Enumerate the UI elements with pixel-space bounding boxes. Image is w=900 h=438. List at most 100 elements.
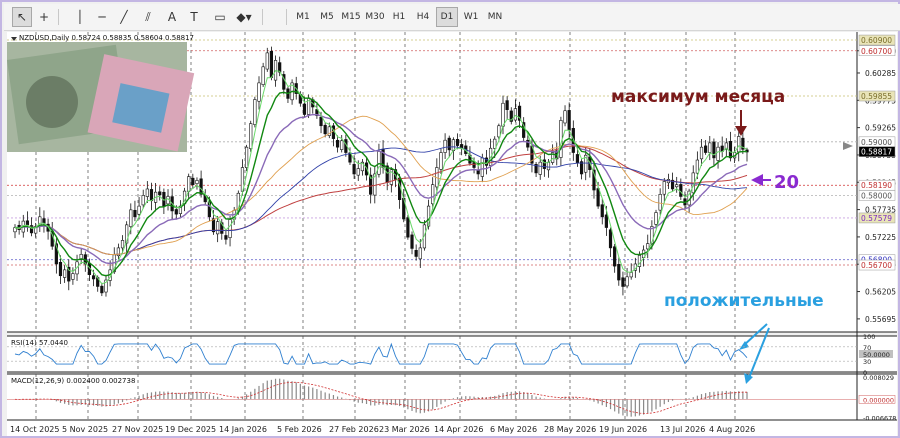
rsi-label: RSI(14) 57.0440: [11, 339, 68, 347]
annotation-20: 20: [774, 172, 799, 193]
candle: [335, 139, 340, 148]
candle: [137, 205, 141, 215]
candle: [323, 124, 327, 135]
toolbar-separator: [262, 9, 263, 25]
x-tick-label: 4 Aug 2026: [709, 425, 755, 434]
candle: [377, 151, 381, 175]
price-box-label: 0.56700: [861, 261, 892, 270]
timeframe-m1[interactable]: M1: [292, 7, 314, 27]
price-box-label: 0.59000: [861, 138, 892, 147]
candle: [352, 164, 356, 175]
candle: [451, 139, 455, 151]
candle: [211, 218, 216, 233]
x-tick-label: 14 Jan 2026: [219, 425, 267, 434]
rectangle-icon[interactable]: ▭: [210, 7, 230, 27]
candle: [737, 136, 741, 153]
candle: [195, 180, 199, 184]
banknotes-image: [7, 42, 195, 152]
price-box-label: 0.57579: [861, 214, 892, 223]
x-tick-label: 5 Nov 2025: [62, 425, 108, 434]
candle: [501, 102, 505, 127]
candle: [244, 146, 249, 168]
x-tick-label: 14 Oct 2025: [10, 425, 59, 434]
candle: [608, 229, 613, 249]
candle: [538, 161, 542, 175]
candle: [712, 141, 716, 159]
candle: [302, 103, 307, 115]
shapes-dropdown-icon[interactable]: ◆▾: [234, 7, 254, 27]
candle: [269, 50, 274, 78]
candle: [174, 209, 178, 215]
candle: [654, 212, 658, 225]
candle: [71, 273, 75, 280]
x-tick-label: 27 Feb 2026: [329, 425, 379, 434]
price-box-label: 0.58190: [861, 181, 892, 190]
candle: [410, 234, 414, 249]
candle: [414, 250, 418, 257]
candle: [695, 159, 699, 174]
candle: [472, 162, 476, 168]
candle: [406, 217, 410, 238]
x-tick-label: 13 Jul 2026: [660, 425, 705, 434]
toolbar-separator: [58, 9, 59, 25]
candle: [546, 161, 551, 171]
y-tick-label: 0.55695: [865, 315, 896, 324]
price-chart[interactable]: 14 Oct 2025 5 Nov 2025 27 Nov 2025 19 Dec 2…: [7, 32, 897, 436]
candle: [129, 209, 133, 227]
timeframe-m15[interactable]: M15: [340, 7, 362, 27]
candle: [513, 108, 518, 121]
x-tick-label: 14 Apr 2026: [434, 425, 483, 434]
crosshair-icon[interactable]: +: [34, 7, 54, 27]
rsi-tick-label: 100: [863, 333, 875, 341]
x-tick-label: 6 May 2026: [490, 425, 537, 434]
candle: [505, 100, 509, 110]
annotation-month-max: максимум месяца: [611, 87, 785, 107]
timeframe-mn[interactable]: MN: [484, 7, 506, 27]
candle: [563, 110, 567, 124]
timeframe-d1[interactable]: D1: [436, 7, 458, 27]
macd-tick-label: 0.000000: [863, 396, 894, 404]
timeframe-m5[interactable]: M5: [316, 7, 338, 27]
timeframe-h4[interactable]: H4: [412, 7, 434, 27]
candle: [480, 157, 484, 177]
candle: [497, 125, 501, 138]
rsi-tick-label: 30: [863, 358, 871, 366]
macd-tick-label: -0.006678: [863, 415, 896, 423]
candle: [253, 99, 257, 125]
timeframe-w1[interactable]: W1: [460, 7, 482, 27]
candle: [699, 146, 704, 160]
macd-tick-label: 0.008029: [863, 374, 894, 382]
candle: [455, 138, 460, 146]
portrait-shape: [26, 76, 78, 128]
channel-icon[interactable]: ⫽: [138, 7, 158, 27]
candle: [145, 188, 149, 197]
toolbar-separator: [286, 9, 287, 25]
candle: [567, 110, 571, 131]
y-tick-label: 0.57225: [865, 233, 896, 242]
candle: [542, 159, 546, 169]
timeframe-h1[interactable]: H1: [388, 7, 410, 27]
candle: [708, 142, 712, 153]
vertical-line-icon[interactable]: │: [70, 7, 90, 27]
text-label-icon[interactable]: T: [184, 7, 204, 27]
cursor-icon[interactable]: ↖: [12, 7, 32, 27]
price-box-label: 0.58000: [861, 191, 892, 200]
candle: [443, 139, 447, 153]
timeframe-m30[interactable]: M30: [364, 7, 386, 27]
text-tool-icon[interactable]: A: [162, 7, 182, 27]
x-tick-label: 23 Mar 2026: [379, 425, 430, 434]
horizontal-line-icon[interactable]: ─: [92, 7, 112, 27]
candle: [356, 168, 360, 176]
candle: [100, 285, 104, 294]
candle: [216, 221, 220, 235]
candle: [662, 181, 666, 195]
candle: [120, 240, 125, 249]
candle: [141, 195, 145, 206]
trendline-icon[interactable]: ╱: [114, 7, 134, 27]
candle: [447, 137, 451, 151]
candle: [199, 178, 203, 195]
candle: [728, 140, 733, 159]
candle: [319, 116, 323, 127]
candle: [224, 235, 228, 240]
candle: [42, 218, 46, 224]
